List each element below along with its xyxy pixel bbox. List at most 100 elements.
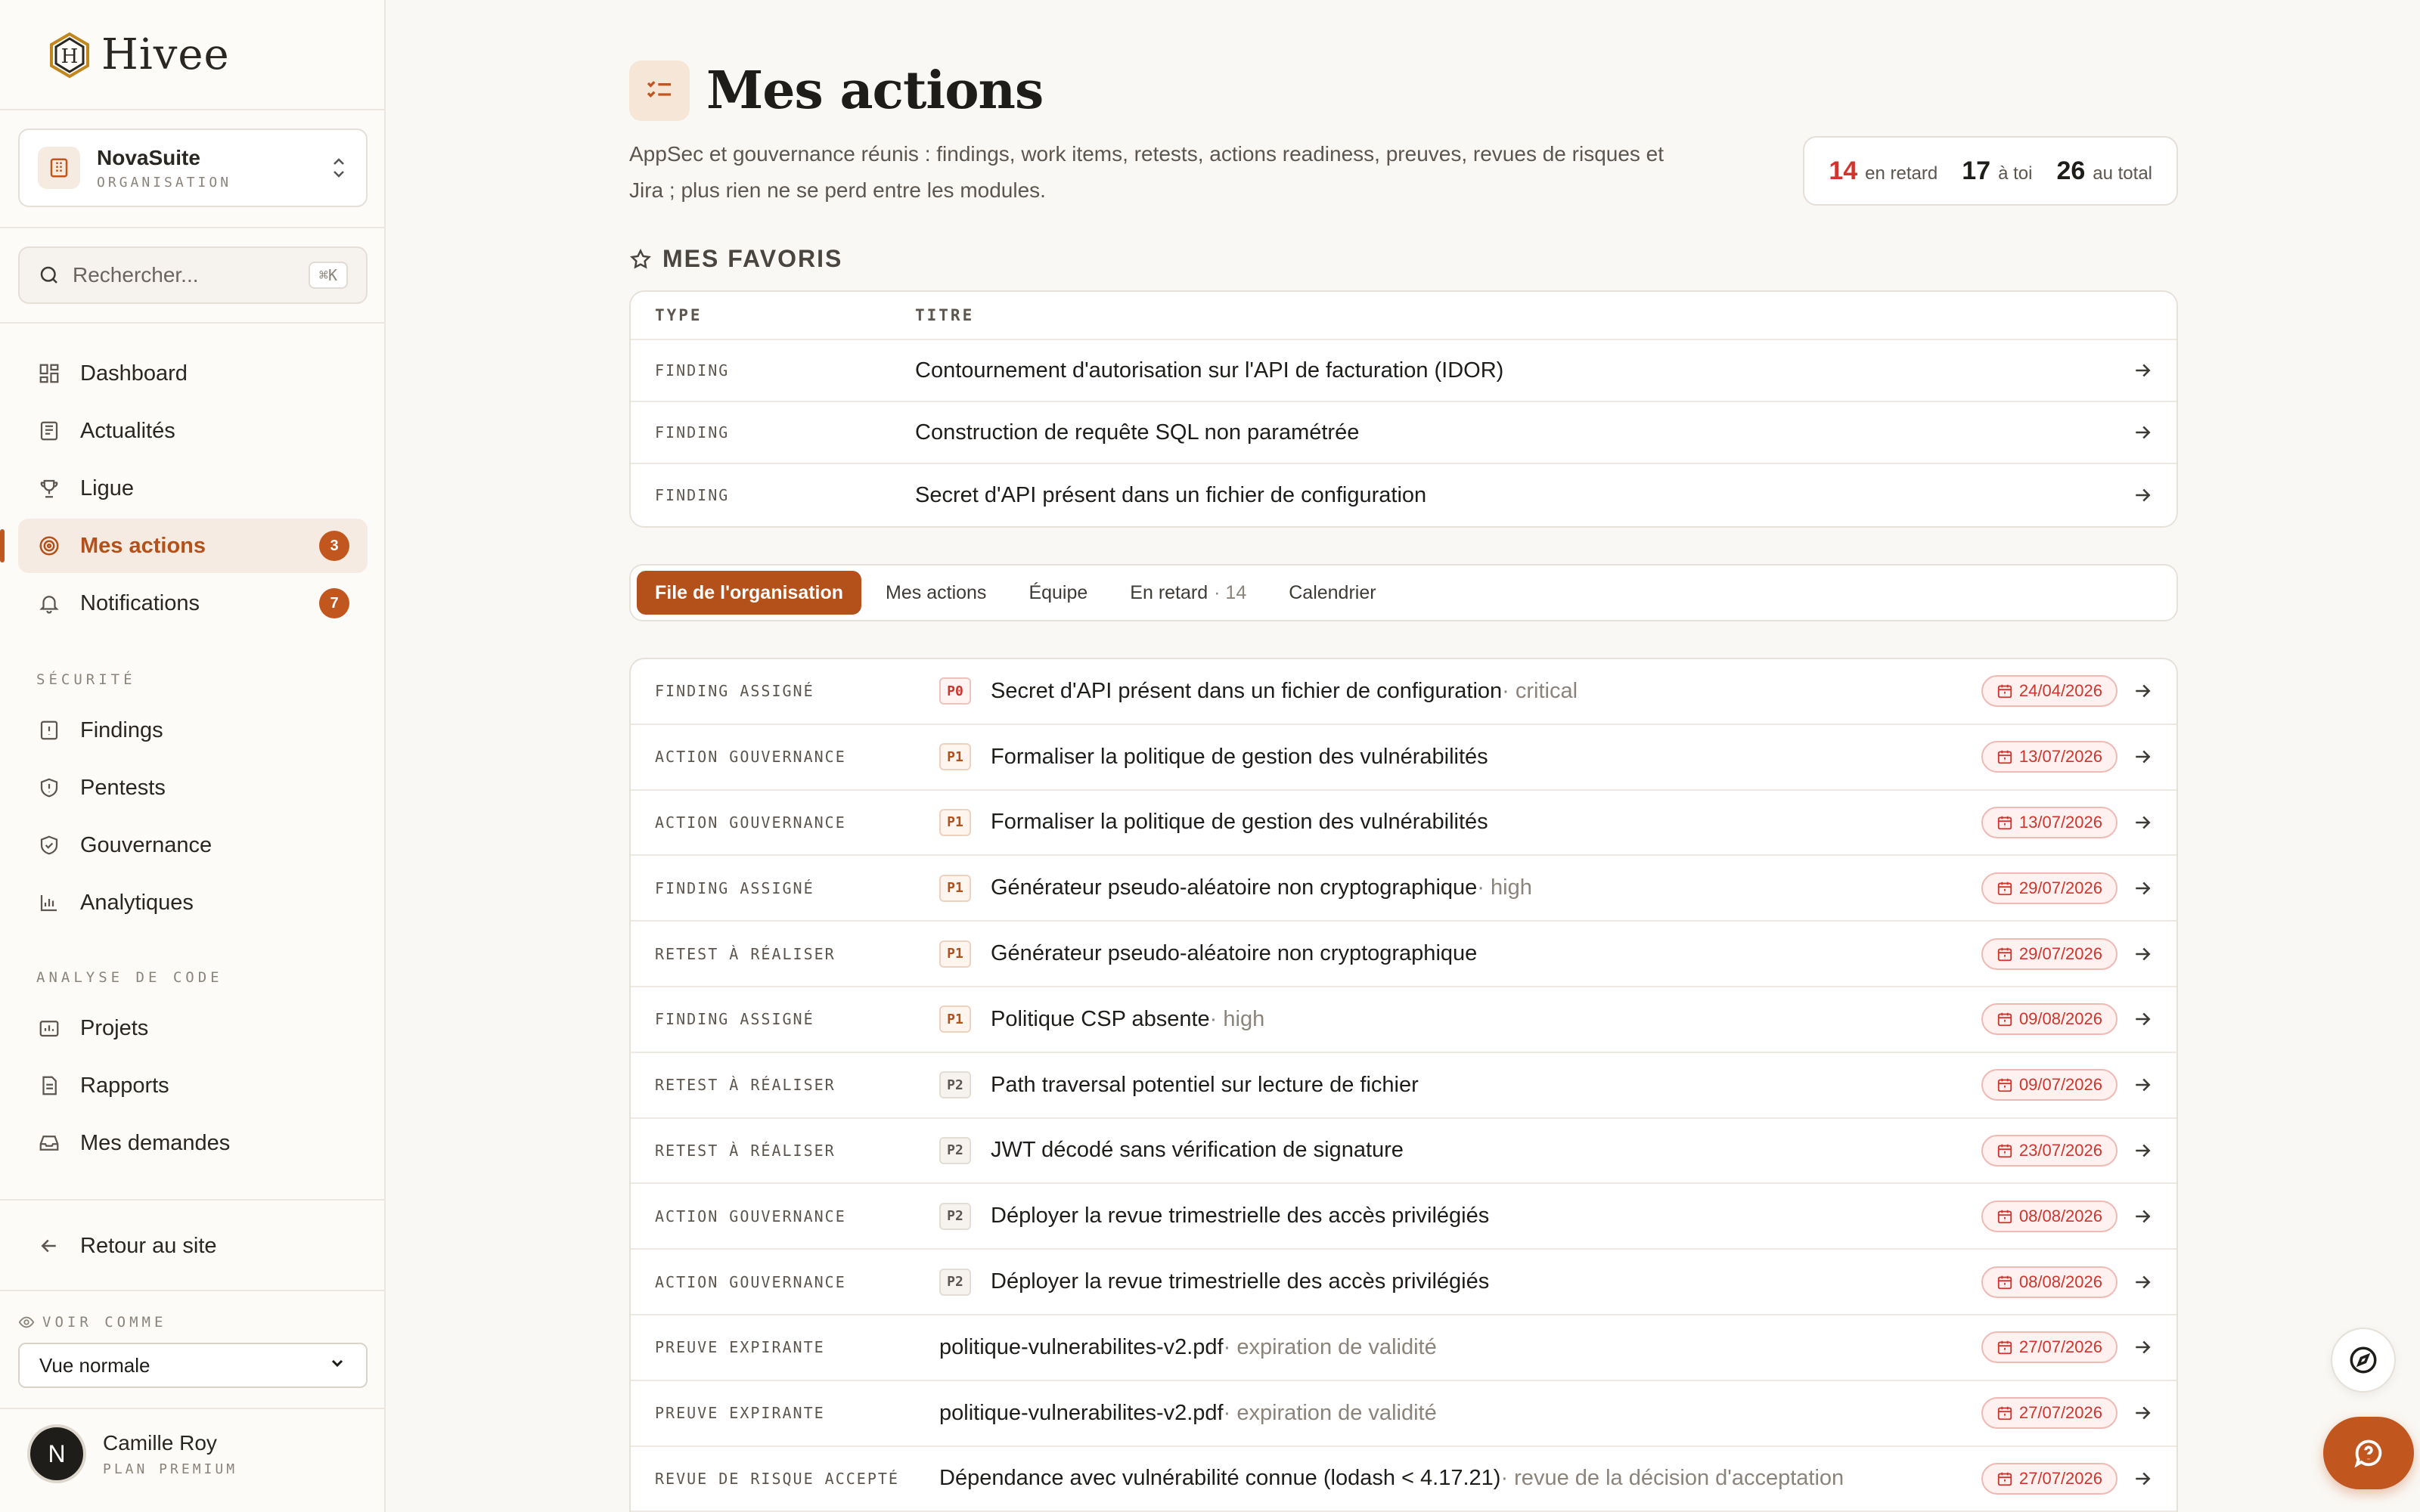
arrow-right-icon[interactable] [2131, 680, 2154, 702]
action-title: JWT décodé sans vérification de signatur… [991, 1138, 1404, 1163]
help-chat-button[interactable] [2323, 1417, 2414, 1489]
action-row[interactable]: ACTION GOUVERNANCE P2 Déployer la revue tr… [631, 1250, 2176, 1315]
nav-label: Notifications [80, 590, 200, 615]
arrow-right-icon[interactable] [2131, 745, 2154, 768]
action-row[interactable]: PREUVE EXPIRANTE politique-vulnerabilites… [631, 1315, 2176, 1381]
due-date: 27/07/2026 [2018, 1403, 2102, 1423]
type-tag: FINDING [655, 361, 730, 380]
due-date-badge: 09/08/2026 [1981, 1003, 2118, 1036]
nav-item-notifications[interactable]: Notifications 7 [18, 576, 368, 631]
arrow-right-icon[interactable] [2131, 484, 2154, 507]
arrow-right-icon[interactable] [2131, 1467, 2154, 1490]
page-title: Mes actions [706, 60, 1044, 121]
action-title: Formaliser la politique de gestion des v… [991, 744, 1488, 769]
due-date-badge: 24/04/2026 [1981, 675, 2118, 708]
nav-item-gouvernance[interactable]: Gouvernance [18, 818, 368, 872]
arrow-right-icon[interactable] [2131, 1205, 2154, 1228]
action-row[interactable]: REVUE DE RISQUE ACCEPTÉ Dépendance avec v… [631, 1447, 2176, 1512]
brand-logo[interactable]: H Hivee [48, 30, 230, 79]
nav-item-dashboard[interactable]: Dashboard [18, 346, 368, 401]
divider [0, 227, 386, 228]
action-title: Politique CSP absente [991, 1006, 1210, 1031]
priority-badge: P2 [939, 1268, 971, 1296]
hexagon-logo-icon: H [50, 32, 89, 78]
calendar-alert-icon [1997, 1013, 2012, 1027]
action-title: Dépendance avec vulnérabilité connue (lo… [939, 1466, 1501, 1491]
due-date-badge: 08/08/2026 [1981, 1200, 2118, 1232]
nav-label: Ligue [80, 476, 134, 500]
nav-item-analytiques[interactable]: Analytiques [18, 875, 368, 930]
nav-label: Projets [80, 1015, 149, 1040]
nav-label: Gouvernance [80, 832, 213, 857]
org-switcher[interactable]: NovaSuite ORGANISATION [18, 129, 368, 207]
arrow-right-icon[interactable] [2131, 1271, 2154, 1294]
folder-chart-icon [36, 1015, 62, 1041]
nav-item-findings[interactable]: Findings [18, 703, 368, 758]
nav-item-projets[interactable]: Projets [18, 1001, 368, 1055]
arrow-right-icon[interactable] [2131, 1402, 2154, 1424]
action-row[interactable]: RETEST À RÉALISER P2 JWT décodé sans vérif… [631, 1119, 2176, 1185]
table-row[interactable]: FINDING Contournement d'autorisation sur… [631, 340, 2176, 402]
action-type: RETEST À RÉALISER [655, 1141, 836, 1160]
action-row[interactable]: ACTION GOUVERNANCE P1 Formaliser la politi… [631, 725, 2176, 791]
action-row[interactable]: ACTION GOUVERNANCE P2 Déployer la revue tr… [631, 1184, 2176, 1250]
arrow-right-icon[interactable] [2131, 421, 2154, 444]
action-row[interactable]: FINDING ASSIGNÉ P1 Politique CSP absente ·… [631, 987, 2176, 1053]
eye-icon [18, 1316, 35, 1328]
avatar: N [27, 1424, 86, 1483]
page-description: AppSec et gouvernance réunis : findings,… [629, 142, 1665, 202]
calendar-alert-icon [1997, 1078, 2012, 1092]
stats-summary: 14 en retard 17 à toi 26 au total [1803, 136, 2178, 206]
arrow-right-icon[interactable] [2131, 1336, 2154, 1359]
priority-badge: P2 [939, 1136, 971, 1164]
arrow-right-icon[interactable] [2131, 943, 2154, 965]
priority-badge: P2 [939, 1071, 971, 1099]
tab-calendrier[interactable]: Calendrier [1270, 571, 1394, 615]
due-date: 09/07/2026 [2018, 1075, 2102, 1095]
back-to-site-link[interactable]: Retour au site [18, 1219, 368, 1273]
tab-en-retard[interactable]: En retard · 14 [1112, 571, 1264, 615]
nav-item-ligue[interactable]: Ligue [18, 461, 368, 516]
divider [0, 109, 386, 110]
tab-equipe[interactable]: Équipe [1010, 571, 1106, 615]
stat-total[interactable]: 26 au total [2056, 156, 2152, 186]
arrow-right-icon[interactable] [2131, 811, 2154, 834]
nav-item-mes-demandes[interactable]: Mes demandes [18, 1116, 368, 1170]
building-icon [38, 147, 80, 189]
nav-item-actualites[interactable]: Actualités [18, 404, 368, 458]
table-row[interactable]: FINDING Construction de requête SQL non … [631, 402, 2176, 464]
user-profile[interactable]: N Camille Roy PLAN PREMIUM [27, 1424, 237, 1483]
action-row[interactable]: PREUVE EXPIRANTE politique-vulnerabilites… [631, 1381, 2176, 1447]
arrow-right-icon[interactable] [2131, 877, 2154, 900]
arrow-right-icon[interactable] [2131, 1008, 2154, 1030]
arrow-right-icon[interactable] [2131, 359, 2154, 382]
nav-item-pentests[interactable]: Pentests [18, 761, 368, 815]
action-row[interactable]: RETEST À RÉALISER P2 Path traversal potent… [631, 1053, 2176, 1119]
divider [0, 1408, 386, 1409]
arrow-right-icon[interactable] [2131, 1139, 2154, 1162]
search-shortcut: ⌘K [308, 262, 348, 289]
action-row[interactable]: RETEST À RÉALISER P1 Générateur pseudo-alé… [631, 922, 2176, 987]
svg-text:H: H [61, 45, 79, 68]
action-type: FINDING ASSIGNÉ [655, 1010, 814, 1029]
type-tag: FINDING [655, 423, 730, 442]
nav-item-rapports[interactable]: Rapports [18, 1058, 368, 1113]
table-row[interactable]: FINDING Secret d'API présent dans un fic… [631, 464, 2176, 526]
action-type: ACTION GOUVERNANCE [655, 813, 846, 832]
tab-mes-actions[interactable]: Mes actions [867, 571, 1004, 615]
search-input[interactable]: Rechercher... ⌘K [18, 246, 368, 304]
back-nav: Retour au site [18, 1219, 368, 1276]
action-row[interactable]: FINDING ASSIGNÉ P0 Secret d'API présent da… [631, 659, 2176, 725]
stat-label: à toi [1998, 163, 2033, 184]
tab-file-organisation[interactable]: File de l'organisation [637, 571, 862, 615]
stat-assigned[interactable]: 17 à toi [1962, 156, 2032, 186]
view-as-select[interactable]: Vue normale [18, 1343, 368, 1388]
due-date-badge: 27/07/2026 [1981, 1397, 2118, 1430]
compass-button[interactable] [2331, 1328, 2396, 1393]
action-row[interactable]: FINDING ASSIGNÉ P1 Générateur pseudo-aléat… [631, 856, 2176, 922]
stat-overdue[interactable]: 14 en retard [1829, 156, 1938, 186]
nav-item-mes-actions[interactable]: Mes actions 3 [0, 519, 368, 573]
checklist-icon [629, 60, 690, 121]
arrow-right-icon[interactable] [2131, 1074, 2154, 1096]
action-row[interactable]: ACTION GOUVERNANCE P1 Formaliser la politi… [631, 791, 2176, 857]
